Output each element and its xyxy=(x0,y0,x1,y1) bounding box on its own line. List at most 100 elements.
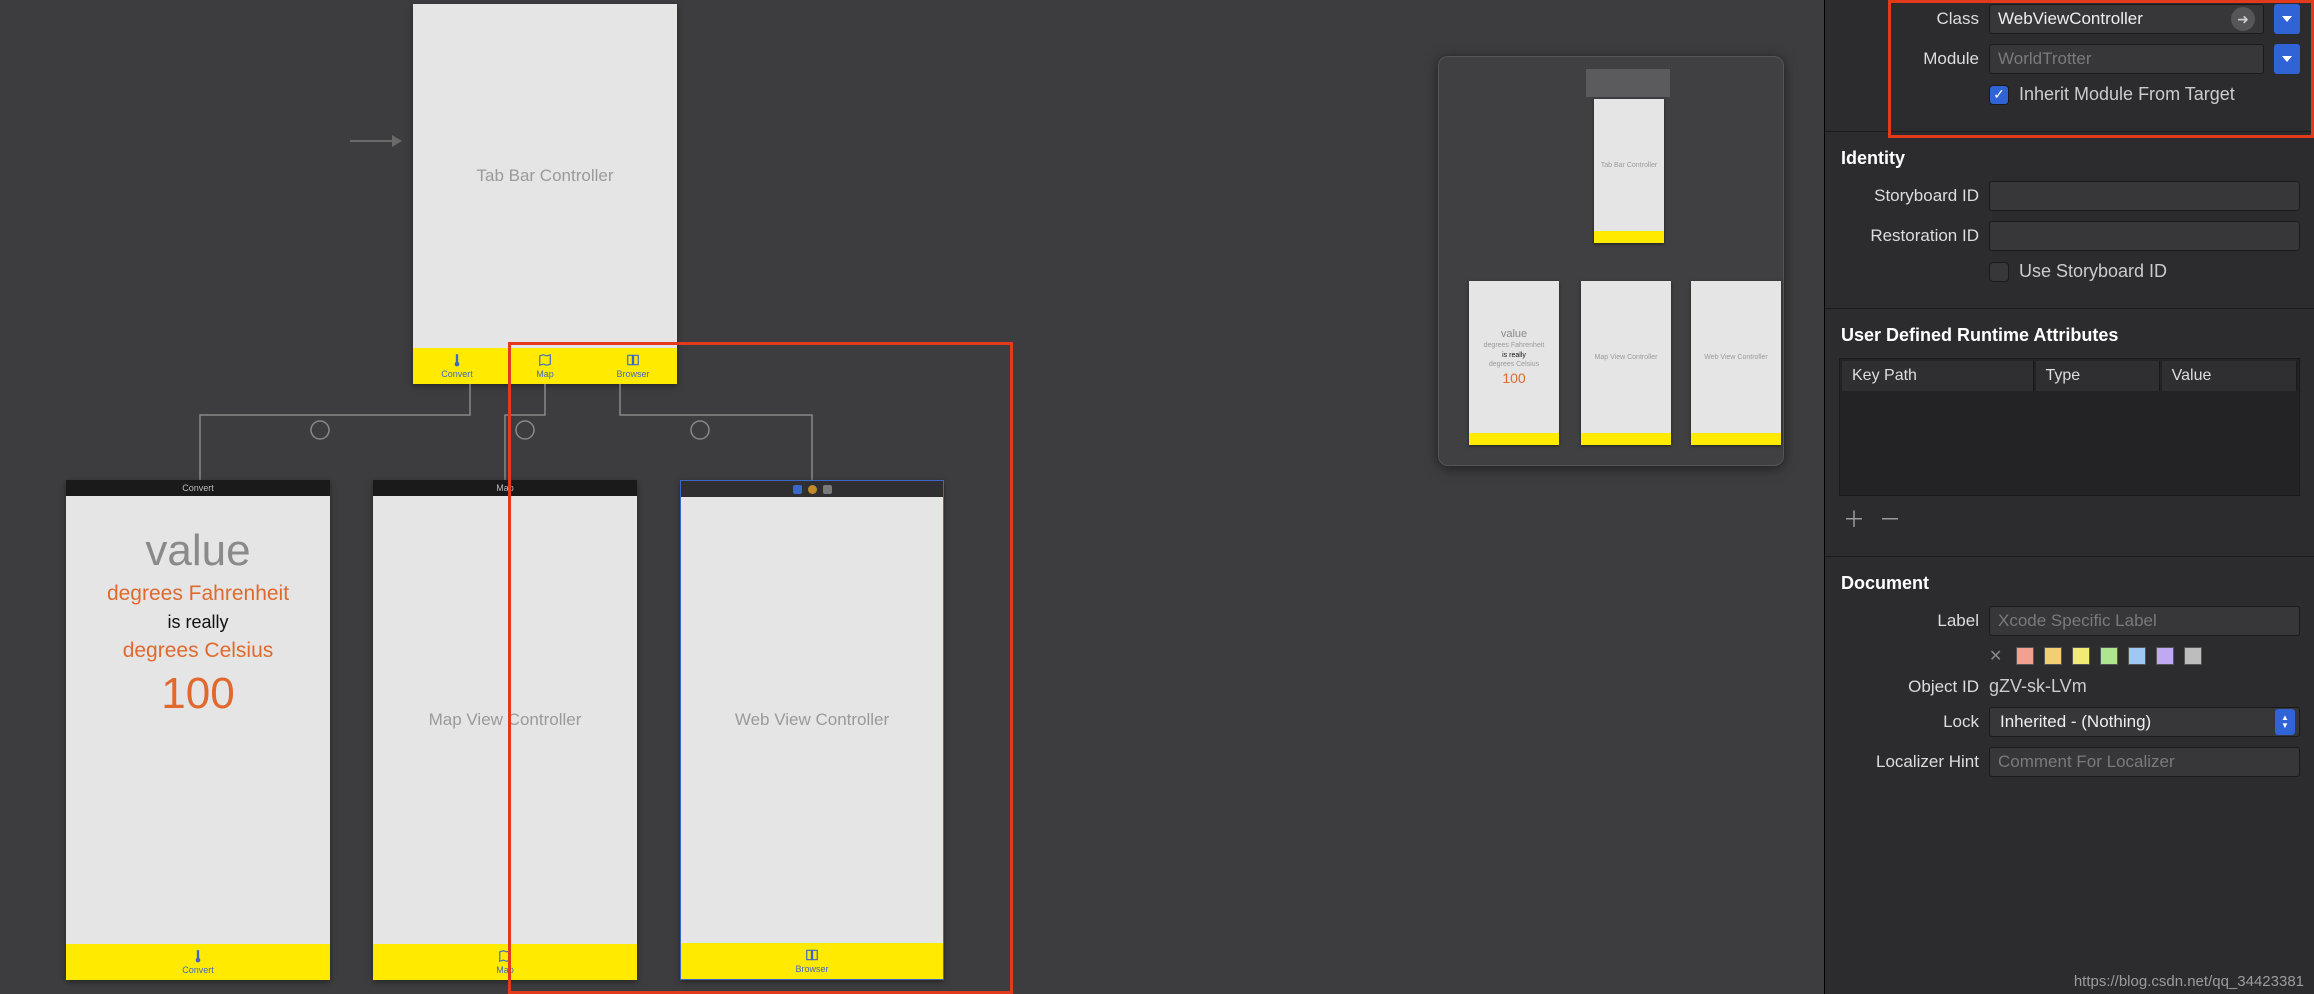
isreally-label: is really xyxy=(167,612,228,633)
use-storyboard-row: ✓ Use Storyboard ID xyxy=(1839,261,2300,282)
lock-select[interactable]: Inherited - (Nothing) ▲▼ xyxy=(1989,707,2300,737)
col-keypath[interactable]: Key Path xyxy=(1842,361,2034,391)
class-row: Class WebViewController ➜ xyxy=(1839,4,2300,34)
use-storyboard-label: Use Storyboard ID xyxy=(2019,261,2167,282)
scene-convert[interactable]: Convert value degrees Fahrenheit is real… xyxy=(66,480,330,980)
add-attr-button[interactable]: ＋ xyxy=(1843,502,1865,534)
runtime-attr-buttons: ＋ － xyxy=(1839,496,2300,540)
tabbar: Map xyxy=(373,944,637,980)
class-label: Class xyxy=(1839,9,1979,29)
tab-label: Map xyxy=(536,369,554,379)
go-to-class-icon[interactable]: ➜ xyxy=(2231,7,2255,31)
col-type[interactable]: Type xyxy=(2036,361,2160,391)
mini-selection-box xyxy=(1586,69,1670,97)
tab-label: Browser xyxy=(616,369,649,379)
use-storyboard-checkbox[interactable]: ✓ xyxy=(1989,262,2009,282)
clear-color-button[interactable]: ✕ xyxy=(1989,646,2002,666)
map-icon xyxy=(538,353,552,367)
thermometer-icon xyxy=(450,353,464,367)
storyboard-id-input[interactable] xyxy=(1989,181,2300,211)
section-document: Document Label Xcode Specific Label ✕ Ob… xyxy=(1825,557,2314,803)
tab-label: Map xyxy=(496,965,514,975)
section-title: User Defined Runtime Attributes xyxy=(1841,325,2300,346)
initial-arrow-icon xyxy=(350,140,400,142)
object-id-value: gZV-sk-LVm xyxy=(1989,676,2087,697)
class-input[interactable]: WebViewController ➜ xyxy=(1989,4,2264,34)
color-swatch[interactable] xyxy=(2044,647,2062,665)
inherit-module-label: Inherit Module From Target xyxy=(2019,84,2235,105)
tab-item-browser[interactable]: Browser xyxy=(589,353,677,379)
scene-body: Tab Bar Controller xyxy=(413,4,677,348)
section-title: Identity xyxy=(1841,148,2300,169)
scene-map[interactable]: Map Map View Controller Map xyxy=(373,480,637,980)
doc-label-input[interactable]: Xcode Specific Label xyxy=(1989,606,2300,636)
scene-header-icons xyxy=(793,485,832,494)
localizer-input[interactable]: Comment For Localizer xyxy=(1989,747,2300,777)
mini-scene-map[interactable]: Map View Controller xyxy=(1581,281,1671,445)
chevron-down-icon xyxy=(2282,56,2292,62)
class-dropdown-button[interactable] xyxy=(2274,4,2300,34)
minimap-panel[interactable]: Tab Bar Controller value degrees Fahrenh… xyxy=(1438,56,1784,466)
mini-scene-convert[interactable]: value degrees Fahrenheit is really degre… xyxy=(1469,281,1559,445)
inherit-module-checkbox[interactable]: ✓ xyxy=(1989,85,2009,105)
col-value[interactable]: Value xyxy=(2162,361,2297,391)
tab-item-map[interactable]: Map xyxy=(501,353,589,379)
tabbar: Convert xyxy=(66,944,330,980)
runtime-attr-empty xyxy=(1842,393,2297,493)
tabbar: Convert Map Browser xyxy=(413,348,677,384)
doc-label-label: Label xyxy=(1839,611,1979,631)
module-input[interactable]: WorldTrotter xyxy=(1989,44,2264,74)
scene-tabbarcontroller[interactable]: Tab Bar Controller Convert Map Browser xyxy=(413,4,677,384)
tabbar: Browser xyxy=(681,943,943,979)
thermometer-icon xyxy=(191,949,205,963)
section-title: Document xyxy=(1841,573,2300,594)
tab-label: Convert xyxy=(182,965,214,975)
scene-header[interactable]: Convert xyxy=(66,480,330,496)
tab-label: Browser xyxy=(795,964,828,974)
book-icon xyxy=(805,948,819,962)
watermark: https://blog.csdn.net/qq_34423381 xyxy=(2074,973,2304,990)
remove-attr-button[interactable]: － xyxy=(1879,502,1901,534)
scene-header[interactable]: Map xyxy=(373,480,637,496)
module-row: Module WorldTrotter xyxy=(1839,44,2300,74)
book-icon xyxy=(626,353,640,367)
storyboard-id-row: Storyboard ID xyxy=(1839,181,2300,211)
restoration-id-input[interactable] xyxy=(1989,221,2300,251)
color-swatch[interactable] xyxy=(2100,647,2118,665)
section-custom-class: Class WebViewController ➜ Module WorldTr… xyxy=(1825,0,2314,132)
tab-item-convert[interactable]: Convert xyxy=(176,949,220,975)
color-swatch[interactable] xyxy=(2016,647,2034,665)
scene-header[interactable] xyxy=(681,481,943,497)
color-swatch[interactable] xyxy=(2184,647,2202,665)
celsius-label: degrees Celsius xyxy=(123,639,274,663)
runtime-attr-table[interactable]: Key Path Type Value xyxy=(1839,358,2300,496)
mini-tabbar xyxy=(1469,433,1559,445)
storyboard-id-label: Storyboard ID xyxy=(1839,186,1979,206)
section-runtime-attrs: User Defined Runtime Attributes Key Path… xyxy=(1825,309,2314,557)
storyboard-canvas[interactable]: Tab Bar Controller Convert Map Browser C… xyxy=(0,0,1824,994)
scene-body: value degrees Fahrenheit is really degre… xyxy=(66,496,330,944)
identity-inspector: Class WebViewController ➜ Module WorldTr… xyxy=(1824,0,2314,994)
inherit-row: ✓ Inherit Module From Target xyxy=(1839,84,2300,105)
color-swatch[interactable] xyxy=(2072,647,2090,665)
fahrenheit-label: degrees Fahrenheit xyxy=(107,582,289,606)
tab-item-browser[interactable]: Browser xyxy=(789,948,834,974)
section-identity: Identity Storyboard ID Restoration ID ✓ … xyxy=(1825,132,2314,309)
mini-tabbar xyxy=(1594,231,1664,243)
restoration-id-row: Restoration ID xyxy=(1839,221,2300,251)
color-swatch[interactable] xyxy=(2128,647,2146,665)
module-dropdown-button[interactable] xyxy=(2274,44,2300,74)
mini-scene-web[interactable]: Web View Controller xyxy=(1691,281,1781,445)
object-id-label: Object ID xyxy=(1839,677,1979,697)
mini-body: Map View Controller xyxy=(1581,281,1671,433)
scene-web[interactable]: Web View Controller Browser xyxy=(680,480,944,980)
mini-scene-tabctrl[interactable]: Tab Bar Controller xyxy=(1594,99,1664,243)
localizer-row: Localizer Hint Comment For Localizer xyxy=(1839,747,2300,777)
chevron-down-icon xyxy=(2282,16,2292,22)
tab-item-convert[interactable]: Convert xyxy=(413,353,501,379)
firstresponder-icon xyxy=(808,485,817,494)
color-swatch[interactable] xyxy=(2156,647,2174,665)
mini-body: Tab Bar Controller xyxy=(1594,99,1664,231)
scene-body: Web View Controller xyxy=(681,497,943,943)
tab-item-map[interactable]: Map xyxy=(490,949,520,975)
